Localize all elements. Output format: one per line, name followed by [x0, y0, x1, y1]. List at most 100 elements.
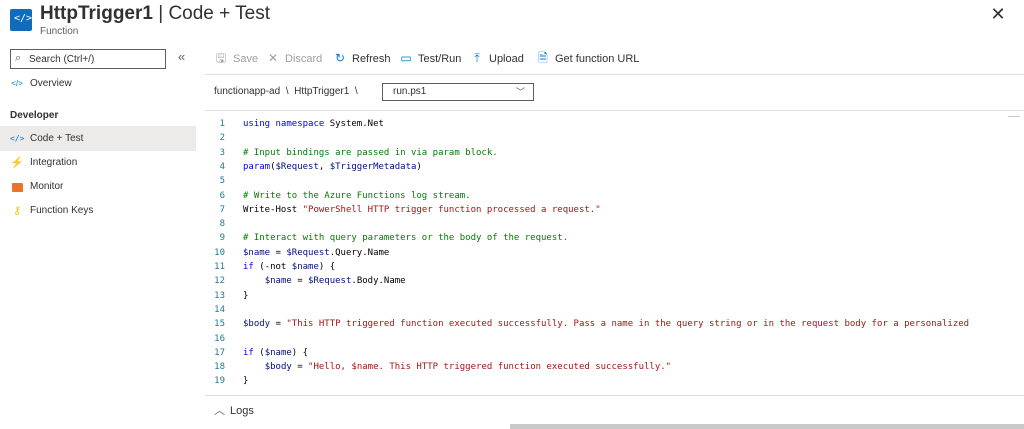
- code-editor[interactable]: 1 using namespace System.Net 2 3 # Input bin…: [205, 110, 1024, 394]
- line-number: 16: [214, 333, 225, 344]
- line-number: 14: [214, 304, 225, 315]
- collapse-sidebar-icon[interactable]: «: [178, 49, 185, 64]
- refresh-icon: ↻: [334, 51, 346, 65]
- search-box[interactable]: ⌕: [10, 49, 166, 69]
- section-label-developer: Developer: [10, 110, 59, 121]
- code-line[interactable]: 3 # Input bindings are passed in via para…: [205, 146, 1024, 160]
- close-icon[interactable]: ✕: [988, 4, 1008, 24]
- file-select-value: run.ps1: [393, 86, 427, 97]
- code-line[interactable]: 8: [205, 217, 1024, 231]
- code-line[interactable]: 4 param($Request, $TriggerMetadata): [205, 160, 1024, 174]
- blade-header: </> HttpTrigger1 | Code + Test Function …: [0, 0, 1024, 42]
- file-select-dropdown[interactable]: run.ps1 ﹀: [382, 83, 534, 101]
- line-code: $name = $Request.Query.Name: [243, 247, 390, 258]
- line-number: 3: [219, 147, 225, 158]
- line-number: 4: [219, 161, 225, 172]
- code-line[interactable]: 13}: [205, 289, 1024, 303]
- search-icon: ⌕: [15, 52, 22, 64]
- page-subtitle: Function: [40, 26, 79, 37]
- line-number: 12: [214, 276, 225, 287]
- line-number: 18: [214, 362, 225, 373]
- refresh-button[interactable]: ↻ Refresh: [332, 46, 391, 70]
- line-code: param($Request, $TriggerMetadata): [243, 161, 422, 172]
- code-line[interactable]: 6 # Write to the Azure Functions log stre…: [205, 189, 1024, 203]
- code-line[interactable]: 14: [205, 303, 1024, 317]
- line-code: $body = "This HTTP triggered function ex…: [243, 319, 970, 330]
- monitor-icon: [10, 175, 24, 199]
- line-code: $body = "Hello, $name. This HTTP trigger…: [264, 362, 672, 373]
- upload-icon: ⤒: [474, 51, 480, 65]
- horizontal-scrollbar[interactable]: [510, 424, 1024, 429]
- code-line[interactable]: 7 Write-Host "PowerShell HTTP trigger fun…: [205, 203, 1024, 217]
- code-line[interactable]: 17 if ($name) {: [205, 346, 1024, 360]
- sidebar-item-monitor[interactable]: Monitor: [0, 175, 196, 199]
- breadcrumb-app: functionapp-ad: [214, 86, 281, 97]
- code-line[interactable]: 19}: [205, 374, 1024, 388]
- sidebar-item-label: Function Keys: [30, 205, 94, 216]
- sidebar-item-function-keys[interactable]: ⚷ Function Keys: [0, 199, 196, 223]
- code-line[interactable]: 11 if (-not $name) {: [205, 260, 1024, 274]
- code-line[interactable]: 5: [205, 174, 1024, 188]
- test-run-button[interactable]: ▭ Test/Run: [398, 46, 461, 70]
- sidebar-item-label: Monitor: [30, 181, 64, 192]
- line-number: 8: [219, 219, 225, 230]
- line-code: using namespace System.Net: [243, 119, 384, 129]
- discard-button[interactable]: ✕ Discard: [265, 46, 322, 70]
- breadcrumb-separator: \: [354, 86, 358, 97]
- code-line[interactable]: 15 $body = "This HTTP triggered function …: [205, 317, 1024, 331]
- line-code: if ($name) {: [243, 347, 309, 358]
- breadcrumb-function: HttpTrigger1: [294, 86, 350, 97]
- save-button[interactable]: 🖫 Save: [213, 46, 258, 70]
- line-number: 11: [214, 262, 225, 272]
- line-number: 15: [214, 319, 225, 330]
- title-separator: |: [158, 3, 164, 24]
- line-number: 5: [219, 176, 225, 187]
- page-title: HttpTrigger1 | Code + Test: [40, 2, 270, 26]
- line-number: 17: [214, 347, 225, 358]
- sidebar-item-overview[interactable]: </> Overview: [0, 72, 196, 96]
- get-function-url-button[interactable]: 🗎 Get function URL: [535, 46, 639, 70]
- toolbar-divider: [205, 74, 1024, 75]
- key-icon: ⚷: [12, 205, 22, 217]
- line-code: Write-Host "PowerShell HTTP trigger func…: [243, 204, 601, 215]
- line-code: $name = $Request.Body.Name: [264, 276, 406, 287]
- function-app-icon: </>: [10, 9, 32, 31]
- lightning-icon: ⚡: [10, 157, 24, 169]
- code-line[interactable]: 10 $name = $Request.Query.Name: [205, 246, 1024, 260]
- overview-icon: </>: [11, 79, 23, 88]
- code-line[interactable]: 9 # Interact with query parameters or the…: [205, 231, 1024, 245]
- line-code: }: [243, 290, 249, 301]
- discard-icon: ✕: [267, 51, 279, 65]
- line-code: # Write to the Azure Functions log strea…: [243, 190, 471, 201]
- sidebar-item-integration[interactable]: ⚡ Integration: [0, 151, 196, 175]
- line-number: 19: [214, 376, 225, 387]
- title-suffix: Code + Test: [168, 3, 271, 24]
- logs-toggle[interactable]: ︿ Logs: [214, 402, 254, 418]
- line-number: 13: [214, 290, 225, 301]
- code-line[interactable]: 1 using namespace System.Net: [205, 117, 1024, 131]
- line-number: 2: [219, 133, 225, 144]
- line-code: if (-not $name) {: [243, 262, 336, 272]
- line-code: # Interact with query parameters or the …: [243, 233, 569, 244]
- code-line[interactable]: 18 $body = "Hello, $name. This HTTP trig…: [205, 360, 1024, 374]
- code-line[interactable]: 12 $name = $Request.Body.Name: [205, 274, 1024, 288]
- breadcrumb-separator: \: [285, 86, 289, 97]
- chevron-down-icon: ﹀: [515, 87, 525, 97]
- link-document-icon: 🗎: [538, 51, 548, 65]
- save-icon: 🖫: [215, 51, 227, 65]
- sidebar-item-code-test[interactable]: </> Code + Test: [0, 127, 196, 151]
- line-number: 10: [214, 247, 225, 258]
- sidebar-item-label: Integration: [30, 157, 78, 168]
- line-code: }: [243, 376, 249, 387]
- search-input[interactable]: [29, 52, 159, 66]
- line-number: 6: [219, 190, 225, 201]
- logs-label: Logs: [230, 405, 254, 417]
- upload-button[interactable]: ⤒ Upload: [469, 46, 524, 70]
- code-line[interactable]: 2: [205, 131, 1024, 145]
- logs-divider: [205, 395, 1024, 396]
- sidebar-item-label: Code + Test: [30, 133, 84, 144]
- code-icon: </>: [10, 134, 25, 143]
- line-number: 9: [219, 233, 225, 244]
- code-line[interactable]: 16: [205, 332, 1024, 346]
- sidebar: ⌕ « </> Overview Developer </> Code + Te…: [0, 44, 196, 429]
